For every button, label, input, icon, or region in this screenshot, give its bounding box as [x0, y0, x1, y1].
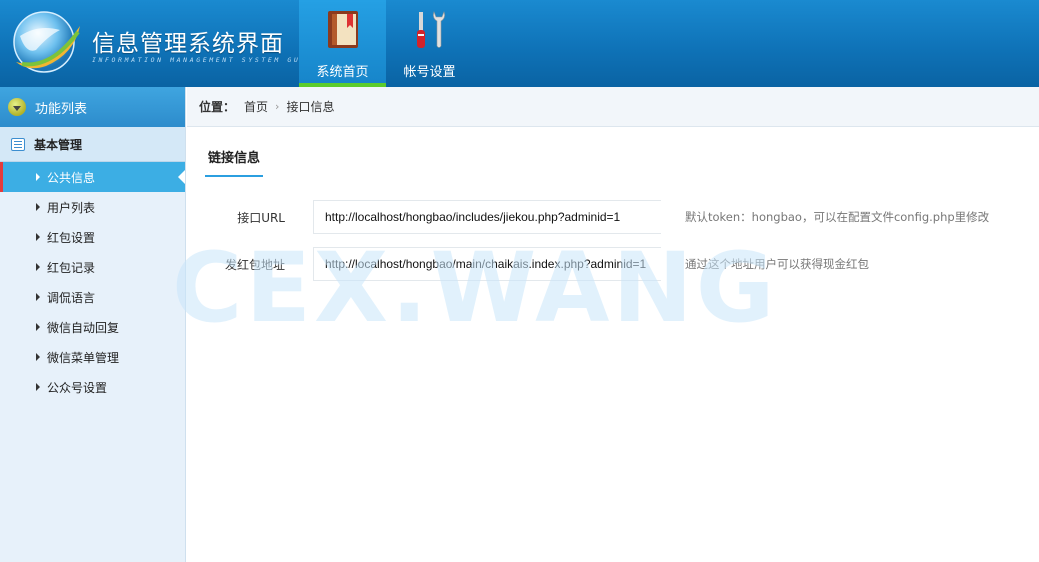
sidebar-header-label: 功能列表 [35, 101, 88, 117]
sidebar-item-label: 微信菜单管理 [47, 350, 120, 365]
sidebar-item-label: 用户列表 [47, 200, 96, 215]
nav-home-label: 系统首页 [316, 65, 369, 80]
sidebar-item-label: 微信自动回复 [47, 320, 120, 335]
sidebar: 功能列表 基本管理 公共信息 用户列表 红包设置 红包记录 调侃语言 微信自动回… [0, 87, 186, 562]
breadcrumb-current: 接口信息 [286, 100, 335, 114]
section-title: 链接信息 [205, 147, 264, 177]
top-header: 信息管理系统界面 INFORMATION MANAGEMENT SYSTEM G… [0, 0, 1039, 87]
book-icon [328, 11, 358, 48]
sidebar-item-label: 红包记录 [47, 260, 96, 275]
sidebar-item-label: 调侃语言 [47, 290, 96, 305]
redpacket-url-label: 发红包地址 [224, 257, 285, 272]
redpacket-url-field[interactable]: http://localhost/hongbao/main/chaikais.i… [313, 247, 661, 281]
breadcrumb-chevron-icon: › [275, 100, 280, 113]
sidebar-item-official-account[interactable]: 公众号设置 [0, 372, 185, 402]
sidebar-group-basic[interactable]: 基本管理 [0, 127, 185, 162]
redpacket-url-hint: 通过这个地址用户可以获得现金红包 [685, 257, 869, 271]
sidebar-item-redpacket-settings[interactable]: 红包设置 [0, 222, 185, 252]
api-url-field[interactable]: http://localhost/hongbao/includes/jiekou… [313, 200, 661, 234]
form-row-api-url: 接口URL http://localhost/hongbao/includes/… [187, 200, 989, 234]
sidebar-item-user-list[interactable]: 用户列表 [0, 192, 185, 222]
collapse-arrow-icon [8, 98, 26, 116]
app-title: 信息管理系统界面 [92, 31, 284, 57]
breadcrumb: 位置： 首页 › 接口信息 [187, 87, 1039, 127]
app-subtitle: INFORMATION MANAGEMENT SYSTEM GUI [92, 56, 307, 64]
tools-icon [417, 11, 445, 48]
sidebar-item-public-info[interactable]: 公共信息 [0, 162, 185, 192]
sidebar-item-label: 公共信息 [47, 170, 96, 185]
breadcrumb-home-link[interactable]: 首页 [244, 98, 268, 115]
sidebar-item-banter-language[interactable]: 调侃语言 [0, 282, 185, 312]
sidebar-item-wechat-menu[interactable]: 微信菜单管理 [0, 342, 185, 372]
nav-account-settings[interactable]: 帐号设置 [386, 0, 473, 87]
api-url-label: 接口URL [237, 210, 285, 225]
nav-account-settings-label: 帐号设置 [403, 65, 456, 80]
sidebar-item-redpacket-records[interactable]: 红包记录 [0, 252, 185, 282]
sidebar-group-label: 基本管理 [34, 137, 83, 152]
nav-home[interactable]: 系统首页 [299, 0, 386, 87]
main-content: 链接信息 接口URL http://localhost/hongbao/incl… [187, 128, 1039, 562]
breadcrumb-label: 位置： [199, 100, 236, 114]
list-icon [11, 137, 25, 151]
sidebar-item-label: 公众号设置 [47, 380, 108, 395]
top-nav: 系统首页 帐号设置 [299, 0, 473, 87]
form-row-redpacket-url: 发红包地址 http://localhost/hongbao/main/chai… [187, 247, 869, 281]
api-url-hint: 默认token：hongbao，可以在配置文件config.php里修改 [685, 210, 990, 224]
logo-globe-icon [13, 11, 80, 73]
sidebar-header[interactable]: 功能列表 [0, 87, 185, 127]
sidebar-item-label: 红包设置 [47, 230, 96, 245]
sidebar-item-wechat-auto-reply[interactable]: 微信自动回复 [0, 312, 185, 342]
